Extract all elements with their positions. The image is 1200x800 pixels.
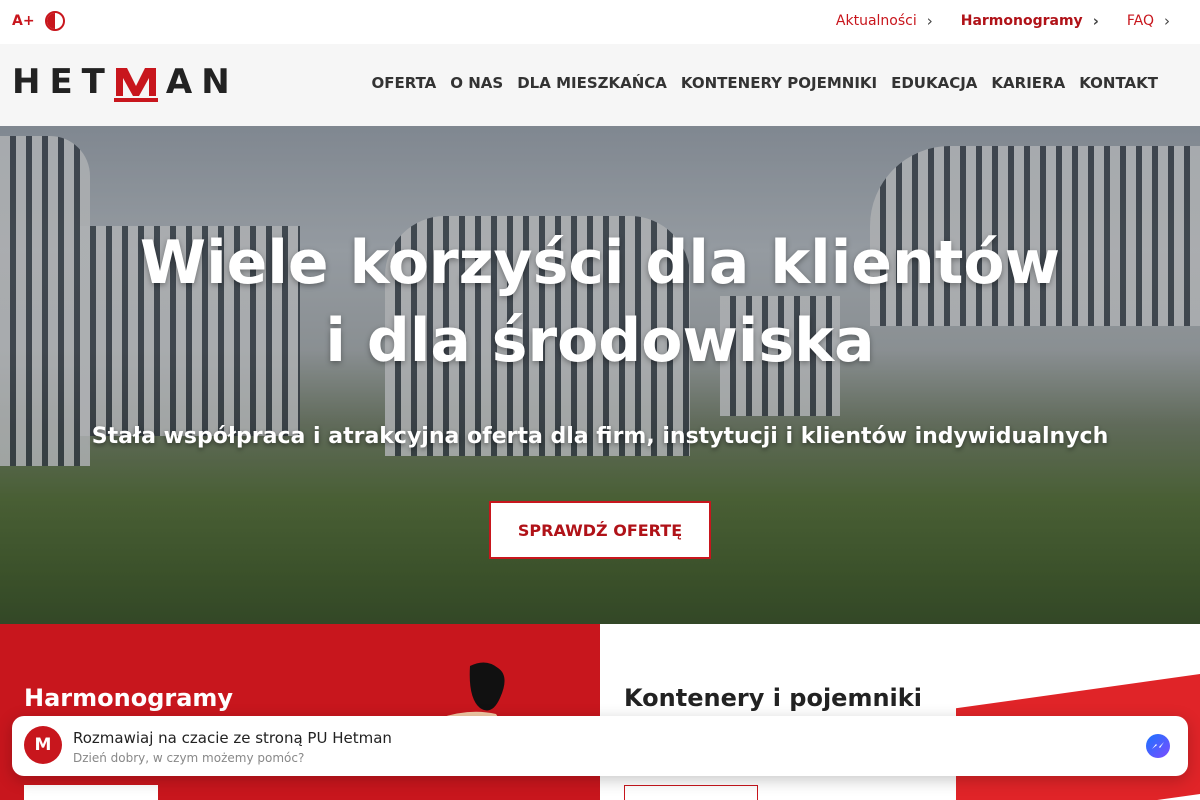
top-utility-bar: A+ Aktualności › Harmonogramy › FAQ › xyxy=(0,0,1200,44)
nav-item-dla-mieszkanca[interactable]: DLA MIESZKAŃCA xyxy=(517,74,667,92)
messenger-icon[interactable] xyxy=(1146,734,1170,758)
chat-title: Rozmawiaj na czacie ze stroną PU Hetman xyxy=(73,729,392,747)
link-harmonogramy[interactable]: Harmonogramy › xyxy=(961,12,1099,30)
link-label: Harmonogramy xyxy=(960,13,1083,29)
font-increase-button[interactable]: A+ xyxy=(12,13,35,29)
logo-m-mark-icon xyxy=(113,62,158,102)
chat-widget[interactable]: M Rozmawiaj na czacie ze stroną PU Hetma… xyxy=(12,716,1188,776)
check-offer-button[interactable]: SPRAWDŹ OFERTĘ xyxy=(489,501,711,559)
link-label: Aktualności xyxy=(835,13,917,29)
link-aktualnosci[interactable]: Aktualności › xyxy=(836,12,933,30)
chevron-right-icon: › xyxy=(1092,12,1099,30)
tile-title: Kontenery i pojemniki xyxy=(624,684,922,712)
nav-item-o-nas[interactable]: O NAS xyxy=(450,74,503,92)
logo-text-left: HET xyxy=(12,62,114,102)
chat-subtitle: Dzień dobry, w czym możemy pomóc? xyxy=(73,751,305,765)
nav-item-kariera[interactable]: KARIERA xyxy=(991,74,1065,92)
link-faq[interactable]: FAQ › xyxy=(1127,12,1170,30)
accessibility-controls: A+ xyxy=(12,11,65,31)
logo-text-right: AN xyxy=(165,62,239,102)
logo[interactable]: HET AN xyxy=(12,62,239,102)
chevron-right-icon: › xyxy=(1164,12,1170,30)
tile-button[interactable] xyxy=(24,785,158,800)
hero-banner: Wiele korzyści dla klientów i dla środow… xyxy=(0,126,1200,624)
nav-item-edukacja[interactable]: EDUKACJA xyxy=(891,74,977,92)
site-header: HET AN OFERTA O NAS DLA MIESZKAŃCA KONTE… xyxy=(0,44,1200,126)
hero-subtitle: Stała współpraca i atrakcyjna oferta dla… xyxy=(91,424,1109,449)
chat-avatar: M xyxy=(24,726,62,764)
hero-title-line1: Wiele korzyści dla klientów xyxy=(139,228,1061,298)
link-label: FAQ xyxy=(1126,13,1154,29)
nav-item-oferta[interactable]: OFERTA xyxy=(371,74,436,92)
hero-title-line2: i dla środowiska xyxy=(325,306,875,376)
hero-title: Wiele korzyści dla klientów i dla środow… xyxy=(0,224,1200,380)
contrast-icon[interactable] xyxy=(44,11,65,31)
top-links: Aktualności › Harmonogramy › FAQ › xyxy=(836,12,1170,30)
tile-title: Harmonogramy xyxy=(24,684,234,712)
nav-item-kontenery-pojemniki[interactable]: KONTENERY POJEMNIKI xyxy=(681,74,877,92)
chevron-right-icon: › xyxy=(926,12,933,30)
nav-item-kontakt[interactable]: KONTAKT xyxy=(1079,74,1158,92)
tile-button[interactable] xyxy=(624,785,758,800)
main-nav: OFERTA O NAS DLA MIESZKAŃCA KONTENERY PO… xyxy=(371,74,1158,92)
